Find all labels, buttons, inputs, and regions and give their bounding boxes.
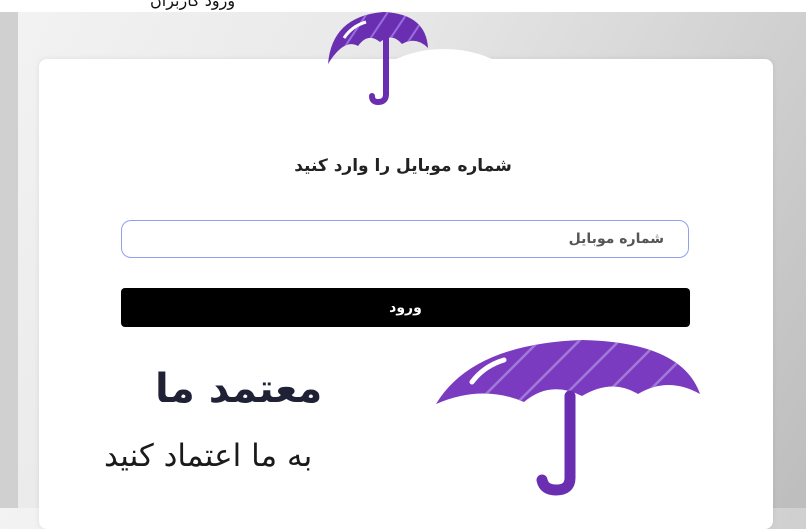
umbrella-logo-icon — [436, 340, 700, 496]
background-panel — [0, 0, 18, 508]
phone-input[interactable] — [121, 220, 689, 258]
brand-name: معتمد ما — [155, 366, 323, 412]
page-heading: شماره موبایل را وارد کنید — [294, 156, 512, 176]
top-bar-text: ورود کاربران — [150, 0, 236, 10]
umbrella-icon — [328, 12, 428, 106]
login-button[interactable]: ورود — [121, 288, 690, 327]
brand-tagline: به ما اعتماد کنید — [104, 438, 313, 474]
